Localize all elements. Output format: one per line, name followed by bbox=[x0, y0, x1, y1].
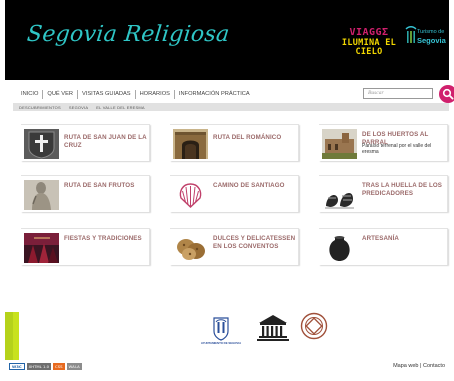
nav-item-que-ver[interactable]: QUÉ VER bbox=[43, 89, 78, 99]
badge-xhtml[interactable]: XHTML 1.0 bbox=[26, 363, 52, 370]
nav-item-inicio[interactable]: INICIO bbox=[17, 89, 44, 99]
cross-emblem-icon bbox=[24, 129, 59, 159]
tourism-city: Segovia bbox=[417, 36, 446, 45]
tourism-label: Turismo de bbox=[417, 29, 445, 35]
sandals-icon bbox=[322, 180, 357, 210]
card-title: DULCES Y DELICATESSEN EN LOS CONVENTOS bbox=[213, 235, 296, 250]
ayuntamiento-label: AYUNTAMIENTO DE SEGOVIA bbox=[200, 341, 242, 345]
nav-item-informacion-practica[interactable]: INFORMACIÓN PRÁCTICA bbox=[175, 90, 254, 99]
card-title: TRAS LA HUELLA DE LOS PREDICADORES bbox=[362, 182, 443, 197]
scallop-shell-icon bbox=[173, 180, 208, 210]
footer-links: Mapa web | Contacto bbox=[393, 363, 445, 369]
world-heritage-emblem-icon[interactable] bbox=[300, 312, 328, 340]
card-title: RUTA DEL ROMÁNICO bbox=[213, 134, 282, 141]
nav-item-horarios[interactable]: HORARIOS bbox=[136, 89, 175, 99]
card-title: ARTESANÍA bbox=[362, 235, 399, 242]
sitemap-link[interactable]: Mapa web bbox=[393, 363, 418, 369]
card-dulces-conventos[interactable]: DULCES Y DELICATESSEN EN LOS CONVENTOS bbox=[170, 228, 299, 265]
nav-item-visitas-guiadas[interactable]: VISITAS GUIADAS bbox=[78, 89, 136, 99]
card-title: CAMINO DE SANTIAGO bbox=[213, 182, 285, 189]
card-ruta-romanico[interactable]: RUTA DEL ROMÁNICO bbox=[170, 124, 299, 161]
monastery-icon bbox=[322, 129, 357, 159]
promo-title: VIAGGΣ bbox=[349, 27, 389, 38]
procession-icon bbox=[24, 233, 59, 263]
partner-logos: AYUNTAMIENTO DE SEGOVIA bbox=[19, 312, 449, 360]
card-huertos-parral[interactable]: DE LOS HUERTOS AL PARRAL Paraíso terrena… bbox=[319, 124, 448, 161]
main-nav: INICIO QUÉ VER VISITAS GUIADAS HORARIOS … bbox=[17, 85, 454, 103]
card-ruta-san-frutos[interactable]: RUTA DE SAN FRUTOS bbox=[21, 175, 150, 212]
page-frame: Segovia Religiosa VIAGGΣ ILUMINA EL CIEL… bbox=[5, 0, 454, 381]
validation-badges: W3C XHTML 1.0 CSS WAI-A bbox=[9, 363, 82, 370]
nav-menu: INICIO QUÉ VER VISITAS GUIADAS HORARIOS … bbox=[17, 87, 254, 101]
clay-pot-icon bbox=[322, 233, 357, 263]
card-predicadores[interactable]: TRAS LA HUELLA DE LOS PREDICADORES bbox=[319, 175, 448, 212]
card-title: FIESTAS Y TRADICIONES bbox=[64, 235, 142, 242]
breadcrumb-item[interactable]: EL VALLE DEL ERESMA bbox=[92, 105, 149, 110]
promo-banner[interactable]: VIAGGΣ ILUMINA EL CIELO bbox=[329, 28, 409, 56]
search-icon bbox=[442, 88, 454, 100]
footer-separator: | bbox=[420, 363, 422, 369]
site-header: Segovia Religiosa VIAGGΣ ILUMINA EL CIEL… bbox=[5, 0, 449, 80]
card-ruta-san-juan[interactable]: RUTA DE SAN JUAN DE LA CRUZ bbox=[21, 124, 150, 161]
routes-grid: RUTA DE SAN JUAN DE LA CRUZ RUTA DEL ROM… bbox=[13, 118, 449, 308]
card-subtitle: Paraíso terrenal por el valle del eresma bbox=[362, 143, 432, 156]
romanesque-church-icon bbox=[173, 129, 208, 159]
contact-link[interactable]: Contacto bbox=[423, 363, 445, 369]
unesco-temple-icon[interactable] bbox=[255, 312, 291, 342]
badge-w3c[interactable]: W3C bbox=[9, 363, 25, 370]
tourism-logo[interactable]: Turismo de Segovia bbox=[403, 26, 449, 48]
breadcrumb-item[interactable]: DESCUBRIMIENTOS bbox=[15, 105, 65, 110]
aqueduct-icon bbox=[405, 26, 417, 43]
breadcrumb-item[interactable]: SEGOVIA bbox=[65, 105, 92, 110]
badge-wai[interactable]: WAI-A bbox=[66, 363, 82, 370]
card-title: RUTA DE SAN FRUTOS bbox=[64, 182, 135, 189]
search-input[interactable]: Buscar bbox=[363, 88, 433, 99]
badge-css[interactable]: CSS bbox=[53, 363, 65, 370]
site-footer: W3C XHTML 1.0 CSS WAI-A Mapa web | Conta… bbox=[5, 360, 449, 374]
ayuntamiento-logo[interactable]: AYUNTAMIENTO DE SEGOVIA bbox=[197, 315, 245, 348]
card-artesania[interactable]: ARTESANÍA bbox=[319, 228, 448, 265]
promo-subtitle: ILUMINA EL CIELO bbox=[341, 38, 397, 57]
card-title: RUTA DE SAN JUAN DE LA CRUZ bbox=[64, 134, 147, 149]
stone-statue-icon bbox=[24, 180, 59, 210]
site-logo[interactable]: Segovia Religiosa bbox=[26, 22, 231, 47]
card-fiestas-tradiciones[interactable]: FIESTAS Y TRADICIONES bbox=[21, 228, 150, 265]
search-button[interactable] bbox=[439, 85, 454, 103]
breadcrumb: DESCUBRIMIENTOS SEGOVIA EL VALLE DEL ERE… bbox=[13, 103, 449, 111]
card-camino-santiago[interactable]: CAMINO DE SANTIAGO bbox=[170, 175, 299, 212]
pastries-icon bbox=[173, 233, 208, 263]
